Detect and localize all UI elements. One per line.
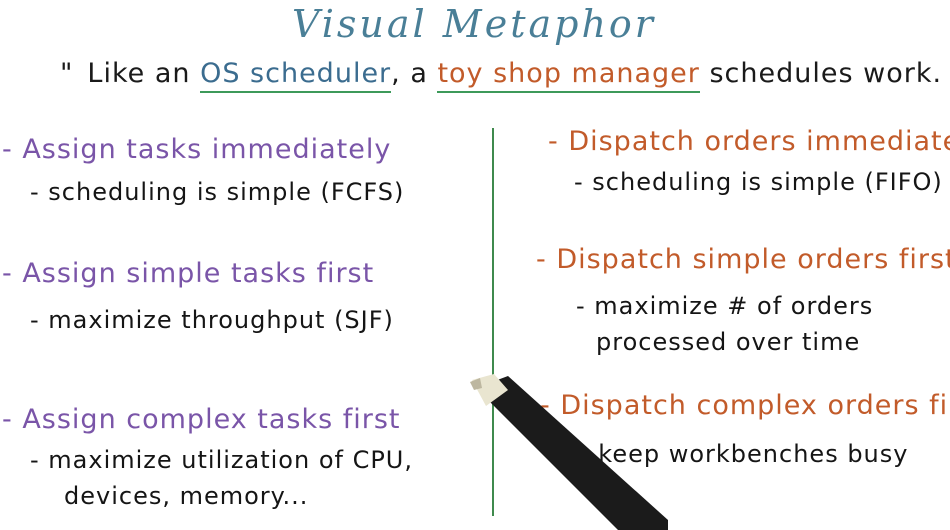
right-item1-sub: - scheduling is simple (FIFO) bbox=[574, 168, 943, 196]
toy-shop-manager-term: toy shop manager bbox=[437, 58, 700, 93]
right-item2-main: - Dispatch simple orders first bbox=[536, 244, 950, 275]
subtitle-open-quote: " bbox=[60, 58, 74, 89]
right-item2-sub2: processed over time bbox=[596, 328, 861, 356]
subtitle-part2: , a bbox=[391, 58, 438, 89]
subtitle-part3: schedules work. bbox=[699, 58, 943, 89]
right-item1-main: - Dispatch orders immediately bbox=[548, 126, 950, 157]
subtitle-part1: Like an bbox=[87, 58, 201, 89]
left-item2-main: - Assign simple tasks first bbox=[2, 258, 375, 289]
left-item2-sub: - maximize throughput (SJF) bbox=[30, 306, 394, 334]
left-item3-sub2: devices, memory... bbox=[64, 482, 309, 510]
left-item1-main: - Assign tasks immediately bbox=[2, 134, 392, 165]
left-item3-main: - Assign complex tasks first bbox=[2, 404, 401, 435]
pen-icon bbox=[470, 374, 668, 530]
page-title: Visual Metaphor bbox=[292, 2, 656, 46]
left-item1-sub: - scheduling is simple (FCFS) bbox=[30, 178, 405, 206]
right-item2-sub1: - maximize # of orders bbox=[576, 292, 874, 320]
left-item3-sub1: - maximize utilization of CPU, bbox=[30, 446, 414, 474]
os-scheduler-term: OS scheduler bbox=[200, 58, 392, 93]
subtitle: " Like an OS scheduler, a toy shop manage… bbox=[60, 58, 950, 93]
